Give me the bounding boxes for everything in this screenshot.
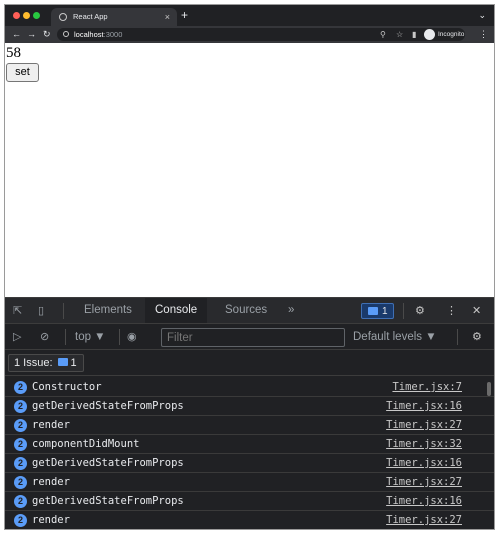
- divider: [403, 303, 404, 319]
- repeat-count-badge: 2: [14, 495, 27, 508]
- divider: [119, 329, 120, 345]
- repeat-count-badge: 2: [14, 514, 27, 527]
- forward-arrow-icon[interactable]: →: [27, 28, 36, 40]
- repeat-count-badge: 2: [14, 419, 27, 432]
- new-tab-button[interactable]: +: [181, 8, 188, 22]
- source-link[interactable]: Timer.jsx:27: [386, 475, 462, 490]
- repeat-count-badge: 2: [14, 381, 27, 394]
- page-viewport: 58 set: [5, 43, 494, 297]
- star-icon[interactable]: ☆: [396, 29, 403, 40]
- gear-icon[interactable]: ⚙: [415, 304, 425, 318]
- log-levels-dropdown[interactable]: Default levels ▼: [353, 330, 437, 344]
- issue-flag-icon: [57, 358, 68, 366]
- counter-value: 58: [6, 45, 21, 61]
- tab-sources[interactable]: Sources: [225, 298, 267, 323]
- incognito-label[interactable]: Incognito: [438, 29, 464, 40]
- log-row: 2 getDerivedStateFromProps Timer.jsx:16: [5, 397, 494, 416]
- site-info-icon[interactable]: [63, 31, 69, 37]
- log-message: getDerivedStateFromProps: [32, 400, 184, 412]
- divider: [457, 329, 458, 345]
- close-window-button[interactable]: [13, 12, 20, 19]
- log-row: 2 render Timer.jsx:27: [5, 473, 494, 492]
- source-link[interactable]: Timer.jsx:16: [386, 399, 462, 414]
- source-link[interactable]: Timer.jsx:27: [386, 513, 462, 528]
- minimize-window-button[interactable]: [23, 12, 30, 19]
- issues-bar: 1 Issue: 1: [5, 350, 494, 376]
- log-message: Constructor: [32, 381, 102, 393]
- address-toolbar: ← → ↻ localhost:3000 ⚲ ☆ ▮ Incognito ⋮: [5, 26, 494, 43]
- issue-flag-icon: [368, 307, 378, 315]
- issues-counter-value: 1: [382, 306, 388, 317]
- maximize-window-button[interactable]: [33, 12, 40, 19]
- tab-console[interactable]: Console: [145, 298, 208, 323]
- log-row: 2 render Timer.jsx:27: [5, 511, 494, 529]
- browser-tab[interactable]: React App ×: [51, 8, 177, 26]
- repeat-count-badge: 2: [14, 400, 27, 413]
- tab-elements[interactable]: Elements: [84, 298, 132, 323]
- address-bar[interactable]: localhost:3000 ⚲ ☆ ▮ Incognito: [57, 28, 465, 41]
- log-row: 2 getDerivedStateFromProps Timer.jsx:16: [5, 492, 494, 511]
- issues-button[interactable]: 1 Issue: 1: [8, 354, 84, 372]
- tab-bar: React App × + ⌄: [5, 5, 494, 26]
- divider: [63, 303, 64, 319]
- filter-input[interactable]: [161, 328, 345, 347]
- devtools-tab-bar: ⇱ ▯ Elements Console Sources » 1 ⚙ ⋮ ✕: [5, 298, 494, 324]
- source-link[interactable]: Timer.jsx:16: [386, 456, 462, 471]
- browser-window: React App × + ⌄ ← → ↻ localhost:3000 ⚲ ☆…: [4, 4, 495, 530]
- log-row: 2 Constructor Timer.jsx:7: [5, 378, 494, 397]
- log-row: 2 render Timer.jsx:27: [5, 416, 494, 435]
- browser-menu-icon[interactable]: ⋮: [479, 28, 488, 40]
- more-tabs-button[interactable]: »: [288, 298, 294, 323]
- sidebar-toggle-icon[interactable]: ▷: [13, 330, 21, 344]
- issues-counter-button[interactable]: 1: [361, 303, 394, 319]
- url-text[interactable]: localhost:3000: [74, 29, 122, 40]
- devtools-menu-icon[interactable]: ⋮: [446, 304, 457, 318]
- console-settings-gear-icon[interactable]: ⚙: [472, 330, 482, 344]
- inspect-element-icon[interactable]: ⇱: [13, 304, 22, 318]
- issues-count: 1: [70, 357, 77, 369]
- context-selector[interactable]: top ▼: [75, 330, 106, 344]
- tab-close-button[interactable]: ×: [165, 11, 170, 23]
- repeat-count-badge: 2: [14, 476, 27, 489]
- incognito-avatar-icon[interactable]: [424, 29, 435, 40]
- divider: [65, 329, 66, 345]
- devtools-panel: ⇱ ▯ Elements Console Sources » 1 ⚙ ⋮ ✕ ▷…: [5, 297, 494, 529]
- tab-search-chevron-icon[interactable]: ⌄: [478, 8, 486, 22]
- log-message: getDerivedStateFromProps: [32, 495, 184, 507]
- back-arrow-icon[interactable]: ←: [12, 28, 21, 40]
- source-link[interactable]: Timer.jsx:27: [386, 418, 462, 433]
- sidepanel-icon[interactable]: ▮: [412, 29, 416, 40]
- eye-icon[interactable]: ◉: [127, 330, 137, 344]
- url-port: :3000: [103, 30, 123, 39]
- log-message: render: [32, 476, 70, 488]
- source-link[interactable]: Timer.jsx:32: [386, 437, 462, 452]
- log-message: render: [32, 419, 70, 431]
- device-toolbar-icon[interactable]: ▯: [38, 304, 44, 318]
- source-link[interactable]: Timer.jsx:7: [392, 380, 462, 395]
- set-button[interactable]: set: [6, 63, 39, 82]
- zoom-icon[interactable]: ⚲: [380, 29, 386, 40]
- issues-label: 1 Issue:: [14, 357, 53, 369]
- tab-title: React App: [73, 12, 108, 21]
- repeat-count-badge: 2: [14, 457, 27, 470]
- reload-icon[interactable]: ↻: [43, 28, 51, 40]
- source-link[interactable]: Timer.jsx:16: [386, 494, 462, 509]
- url-host: localhost: [74, 30, 104, 39]
- console-log-list: 2 Constructor Timer.jsx:7 2 getDerivedSt…: [5, 378, 494, 529]
- globe-icon: [59, 13, 67, 21]
- console-scrollbar[interactable]: [487, 382, 491, 396]
- log-message: render: [32, 514, 70, 526]
- repeat-count-badge: 2: [14, 438, 27, 451]
- log-message: getDerivedStateFromProps: [32, 457, 184, 469]
- clear-console-icon[interactable]: ⊘: [40, 330, 49, 344]
- console-toolbar: ▷ ⊘ top ▼ ◉ Default levels ▼ ⚙: [5, 324, 494, 350]
- close-icon[interactable]: ✕: [472, 304, 481, 318]
- log-row: 2 getDerivedStateFromProps Timer.jsx:16: [5, 454, 494, 473]
- log-message: componentDidMount: [32, 438, 140, 450]
- log-row: 2 componentDidMount Timer.jsx:32: [5, 435, 494, 454]
